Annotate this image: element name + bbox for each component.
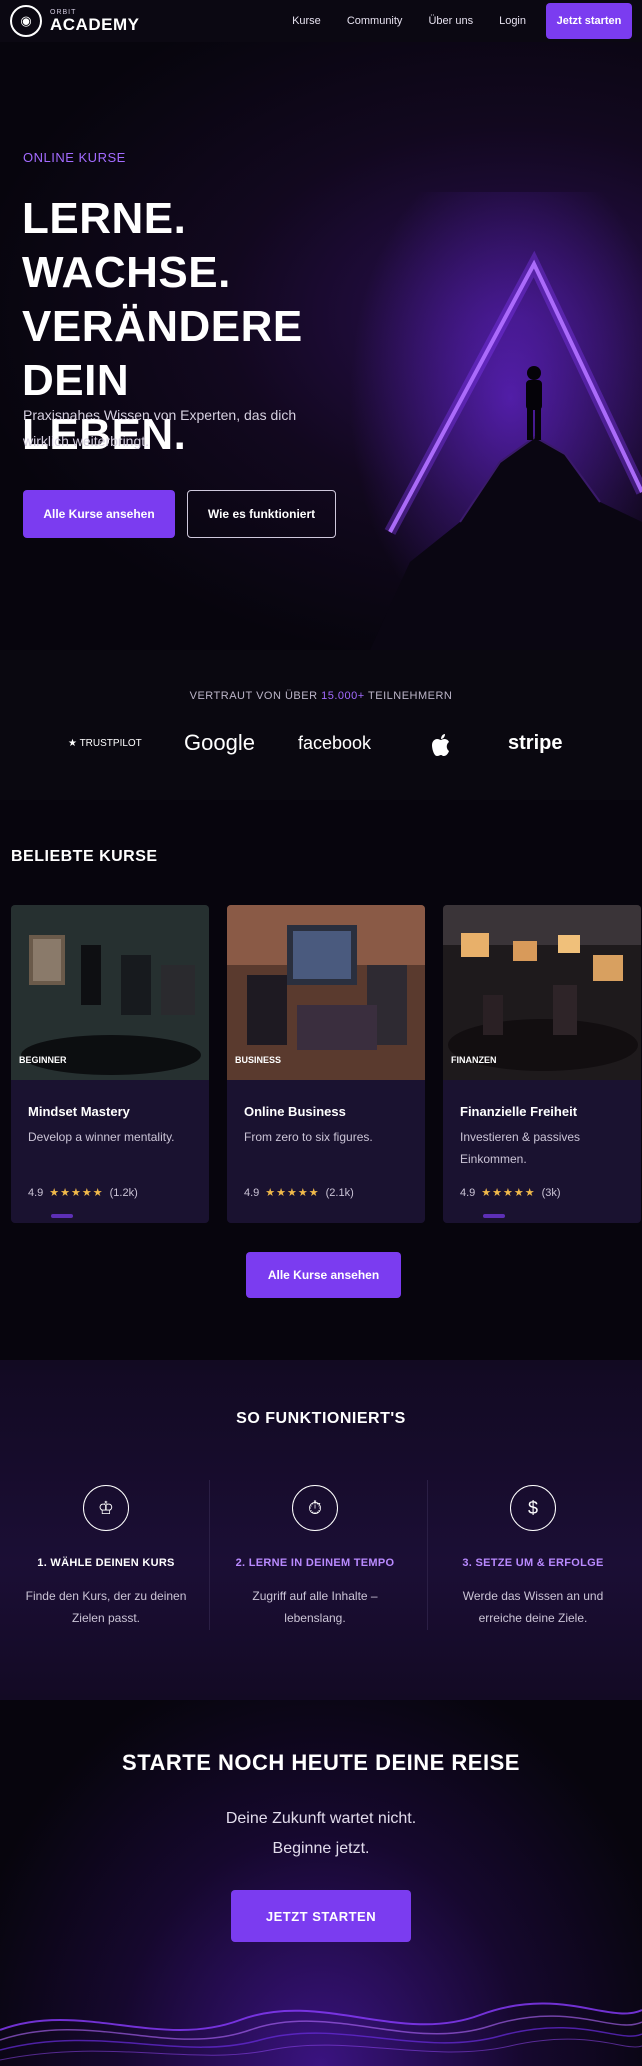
hero-eyebrow: ONLINE KURSE [23,150,126,165]
hero-subtitle: Praxisnahes Wissen von Experten, das dic… [23,407,297,449]
step-description: Finde den Kurs, der zu deinen Zielen pas… [25,1589,187,1625]
course-image [11,905,209,1080]
hero-title-line: LERNE. WACHSE. [22,194,231,297]
trustpilot-logo: ★ TRUSTPILOT [68,738,142,749]
final-subtitle: Deine Zukunft wartet nicht. Beginne jetz… [225,1810,417,1857]
landing-page: ◉ ORBIT ACADEMY Kurse Community Über uns… [0,0,642,2066]
trust-section: VERTRAUT VON ÜBER 15.000+ TEILNEHMERN ★ … [0,650,642,800]
course-title: Finanzielle Freiheit [460,1104,578,1119]
hero-section: ONLINE KURSE LERNE. WACHSE. VERÄNDERE DE… [0,42,642,650]
course-description: From zero to six figures. [244,1130,373,1144]
top-nav: ◉ ORBIT ACADEMY Kurse Community Über uns… [0,0,642,42]
hero-mountain-illustration [350,192,642,650]
course-progress-bar [51,1214,73,1218]
course-card[interactable]: BUSINESS Online Business From zero to si… [227,905,425,1223]
all-courses-button[interactable]: Alle Kurse ansehen [23,490,175,538]
google-logo: Google [184,730,255,755]
how-it-works-section: SO FUNKTIONIERT'S ♔ 1. WÄHLE DEINEN KURS… [0,1360,642,1700]
course-progress-bar [483,1214,505,1218]
stripe-logo: stripe [508,732,563,754]
course-card[interactable]: BEGINNER Mindset Mastery Develop a winne… [11,905,209,1223]
step-description: Zugriff auf alle Inhalte – lebenslang. [252,1589,378,1625]
start-now-button[interactable]: JETZT STARTEN [231,1890,411,1942]
apple-icon [432,734,449,756]
facebook-logo: facebook [298,733,372,753]
partner-logos: ★ TRUSTPILOT Google facebook stripe [60,730,580,760]
nav-link-ueber-uns[interactable]: Über uns [428,15,473,27]
step-card: ⏱ 2. LERNE IN DEINEM TEMPO Zugriff auf a… [215,1485,415,1655]
nav-link-login[interactable]: Login [499,15,526,27]
step-description: Werde das Wissen an und erreiche deine Z… [462,1589,604,1625]
course-title: Online Business [244,1104,346,1119]
course-card[interactable]: FINANZEN Finanzielle Freiheit Investiere… [443,905,641,1223]
stars-icon: ★★★★★ [265,1187,320,1199]
all-courses-button[interactable]: Alle Kurse ansehen [246,1252,401,1298]
step-card: $ 3. SETZE UM & ERFOLGE Werde das Wissen… [433,1485,633,1655]
step-title: 3. SETZE UM & ERFOLGE [462,1557,604,1569]
course-tag: BUSINESS [235,1055,282,1065]
final-title: STARTE NOCH HEUTE DEINE REISE [122,1750,520,1775]
course-title: Mindset Mastery [28,1104,130,1119]
nav-link-kurse[interactable]: Kurse [292,15,321,27]
nav-cta-button[interactable]: Jetzt starten [546,3,632,39]
success-icon: $ [510,1485,556,1531]
wave-decoration [0,2002,642,2061]
course-image [443,905,641,1080]
participants-count: 15.000+ [321,690,365,702]
logo-icon: ◉ [10,5,42,37]
step-title: 1. WÄHLE DEINEN KURS [37,1557,175,1569]
course-image [227,905,425,1080]
stars-icon: ★★★★★ [49,1187,104,1199]
final-cta-section: STARTE NOCH HEUTE DEINE REISE Deine Zuku… [0,1700,642,2066]
how-it-works-button[interactable]: Wie es funktioniert [187,490,336,538]
nav-link-community[interactable]: Community [347,15,403,27]
courses-section: BELIEBTE KURSE BEGINNER Mindset Mastery … [0,800,642,1360]
divider [427,1480,428,1630]
step-card: ♔ 1. WÄHLE DEINEN KURS Finde den Kurs, d… [6,1485,206,1655]
logo-main-text: ACADEMY [50,15,140,34]
course-description: Develop a winner mentality. [28,1130,175,1144]
course-tag: FINANZEN [451,1055,497,1065]
trust-text: VERTRAUT VON ÜBER 15.000+ TEILNEHMERN [189,690,453,702]
course-rating: 4.9 ★★★★★ (2.1k) [244,1186,354,1200]
how-title: SO FUNKTIONIERT'S [236,1410,406,1427]
step-title: 2. LERNE IN DEINEM TEMPO [235,1557,395,1569]
tempo-icon: ⏱ [292,1485,338,1531]
nav-links: Kurse Community Über uns Login [292,15,526,27]
course-rating: 4.9 ★★★★★ (1.2k) [28,1186,138,1200]
stars-icon: ★★★★★ [481,1187,536,1199]
course-tag: BEGINNER [19,1055,67,1065]
hero-title-line: VERÄNDERE DEIN [22,302,303,405]
course-icon: ♔ [83,1485,129,1531]
logo[interactable]: ◉ ORBIT ACADEMY [10,5,139,37]
course-description: Investieren & passives Einkommen. [460,1130,581,1166]
divider [209,1480,210,1630]
courses-title: BELIEBTE KURSE [11,848,158,865]
course-rating: 4.9 ★★★★★ (3k) [460,1186,561,1200]
